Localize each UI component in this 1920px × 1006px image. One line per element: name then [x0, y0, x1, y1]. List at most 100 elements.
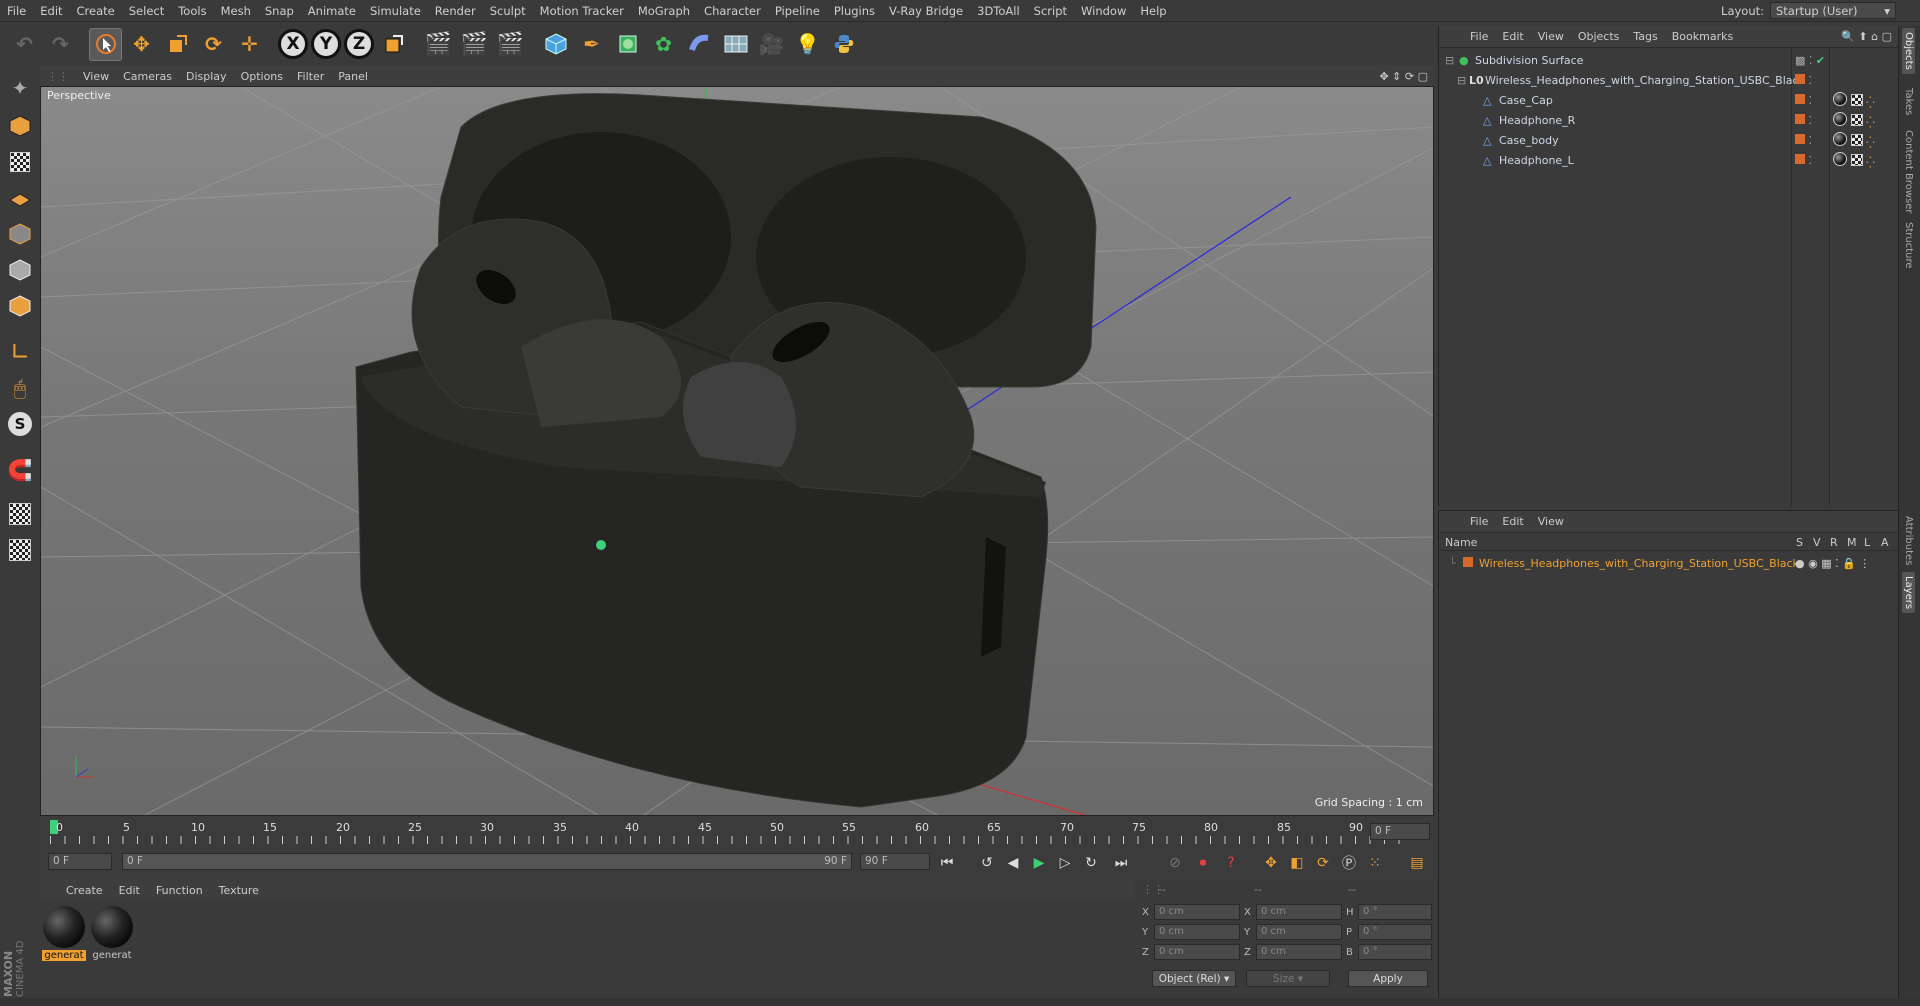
material-swatch[interactable]: generat — [42, 906, 86, 961]
menu-window[interactable]: Window — [1074, 4, 1133, 18]
tag-icons[interactable]: ⁛ — [1833, 91, 1875, 109]
material-menu-texture[interactable]: Texture — [211, 884, 267, 897]
menu-pipeline[interactable]: Pipeline — [768, 4, 827, 18]
tree-expand-icon[interactable]: ⊟ — [1457, 74, 1466, 87]
record-active-icon[interactable]: ⏺ — [1192, 852, 1214, 874]
side-tab-takes[interactable]: Takes — [1902, 84, 1915, 119]
rotation-b-field[interactable]: 0 ° — [1358, 944, 1432, 960]
live-selection-icon[interactable] — [89, 27, 122, 61]
menu-help[interactable]: Help — [1133, 4, 1173, 18]
size-y-field[interactable]: 0 cm — [1256, 924, 1342, 940]
goto-end-icon[interactable]: ⏭ — [1110, 852, 1132, 874]
key-rotation-icon[interactable]: ⟳ — [1312, 852, 1334, 874]
key-pla-icon[interactable]: ⁙ — [1364, 852, 1386, 874]
viewport-menu-options[interactable]: Options — [234, 70, 290, 83]
object-manager-tool-icons[interactable]: 🔍 ⬆ ⌂ ▢ — [1834, 30, 1898, 43]
material-swatch[interactable]: generat — [90, 906, 134, 961]
perspective-viewport[interactable]: Perspective Grid Spacing : 1 cm — [40, 86, 1434, 816]
menu-character[interactable]: Character — [697, 4, 768, 18]
light-icon[interactable]: 💡 — [791, 28, 824, 61]
floor-environment-icon[interactable] — [719, 28, 752, 61]
material-menu-create[interactable]: Create — [58, 884, 111, 897]
menu-animate[interactable]: Animate — [301, 4, 363, 18]
object-menu-bookmarks[interactable]: Bookmarks — [1665, 30, 1740, 43]
deformer-icon[interactable] — [683, 28, 716, 61]
position-y-field[interactable]: 0 cm — [1154, 924, 1240, 940]
scale-icon[interactable] — [161, 28, 194, 61]
start-frame-field[interactable]: 0 F — [48, 853, 112, 870]
camera-icon[interactable]: 🎥 — [755, 28, 788, 61]
axis-z-toggle[interactable]: Z — [344, 29, 374, 59]
axis-x-toggle[interactable]: X — [278, 29, 308, 59]
cube-primitive-icon[interactable] — [539, 28, 572, 61]
visibility-dots-icon[interactable]: ▩ ⁚ ✔ — [1795, 54, 1825, 67]
key-parameter-icon[interactable]: Ⓟ — [1338, 852, 1360, 874]
viewport-menu-cameras[interactable]: Cameras — [116, 70, 179, 83]
model-mode-icon[interactable] — [4, 110, 36, 142]
position-z-field[interactable]: 0 cm — [1154, 944, 1240, 960]
locked-workplane-icon[interactable] — [4, 498, 36, 530]
object-row-headphone-r[interactable]: △ Headphone_R ⁚ ⁛ — [1439, 110, 1898, 130]
viewport-menu-view[interactable]: View — [76, 70, 116, 83]
end-frame-field[interactable]: 90 F — [860, 853, 930, 870]
layer-row[interactable]: └ Wireless_Headphones_with_Charging_Stat… — [1439, 553, 1898, 573]
current-frame-field[interactable]: 0 F — [1370, 823, 1430, 840]
side-tab-layers[interactable]: Layers — [1902, 572, 1915, 614]
object-menu-file[interactable]: File — [1463, 30, 1495, 43]
polygons-mode-icon[interactable] — [4, 290, 36, 322]
axis-y-toggle[interactable]: Y — [311, 29, 341, 59]
rotate-icon[interactable]: ⟳ — [197, 28, 230, 61]
apply-button[interactable]: Apply — [1348, 970, 1428, 987]
menu-file[interactable]: File — [0, 4, 33, 18]
side-tab-objects[interactable]: Objects — [1902, 28, 1915, 74]
layer-color-swatch[interactable] — [1463, 556, 1473, 570]
goto-start-icon[interactable]: ⏮ — [936, 852, 958, 874]
undo-icon[interactable]: ↶ — [8, 28, 41, 61]
snapping-icon[interactable]: S — [4, 408, 36, 440]
layer-menu-file[interactable]: File — [1463, 515, 1495, 528]
rotation-p-field[interactable]: 0 ° — [1358, 924, 1432, 940]
menu-plugins[interactable]: Plugins — [827, 4, 882, 18]
coordinate-system-icon[interactable] — [377, 28, 410, 61]
edges-mode-icon[interactable] — [4, 254, 36, 286]
next-frame-icon[interactable]: ▷ — [1054, 852, 1076, 874]
prev-key-icon[interactable]: ↺ — [976, 852, 998, 874]
menu-sculpt[interactable]: Sculpt — [483, 4, 533, 18]
workplane-icon[interactable] — [4, 182, 36, 214]
object-menu-edit[interactable]: Edit — [1495, 30, 1530, 43]
render-view-icon[interactable]: 🎬 — [422, 28, 455, 61]
menu-create[interactable]: Create — [70, 4, 122, 18]
next-key-icon[interactable]: ↻ — [1080, 852, 1102, 874]
layer-menu-view[interactable]: View — [1531, 515, 1571, 528]
object-row-case-body[interactable]: △ Case_body ⁚ ⁛ — [1439, 130, 1898, 150]
tag-icons[interactable]: ⁛ — [1833, 111, 1875, 129]
layer-menu-edit[interactable]: Edit — [1495, 515, 1530, 528]
menu-tools[interactable]: Tools — [171, 4, 213, 18]
prev-frame-icon[interactable]: ◀ — [1002, 852, 1024, 874]
material-menu-edit[interactable]: Edit — [111, 884, 148, 897]
transform-icon[interactable]: ✛ — [233, 28, 266, 61]
tag-icons[interactable]: ⁛ — [1833, 151, 1875, 169]
menu-mograph[interactable]: MoGraph — [631, 4, 697, 18]
menu-script[interactable]: Script — [1027, 4, 1074, 18]
tweak-mode-icon[interactable]: 🖱 — [4, 372, 36, 404]
magnet-icon[interactable]: 🧲 — [4, 454, 36, 486]
tree-expand-icon[interactable]: ⊟ — [1445, 54, 1454, 67]
planar-workplane-icon[interactable] — [4, 534, 36, 566]
object-menu-objects[interactable]: Objects — [1571, 30, 1627, 43]
python-icon[interactable] — [827, 28, 860, 61]
object-row-wireless-headphones[interactable]: ⊟ L0 Wireless_Headphones_with_Charging_S… — [1439, 70, 1898, 90]
texture-mode-icon[interactable] — [4, 146, 36, 178]
redo-icon[interactable]: ↷ — [44, 28, 77, 61]
object-menu-view[interactable]: View — [1531, 30, 1571, 43]
object-menu-tags[interactable]: Tags — [1626, 30, 1664, 43]
viewport-menu-filter[interactable]: Filter — [290, 70, 331, 83]
menu-3dtoall[interactable]: 3DToAll — [970, 4, 1027, 18]
spline-pen-icon[interactable]: ✒ — [575, 28, 608, 61]
play-icon[interactable]: ▶ — [1028, 852, 1050, 874]
coord-mode-select[interactable]: Object (Rel) ▾ — [1152, 970, 1236, 987]
timeline-ruler[interactable]: 0 5 10 15 20 25 30 35 40 45 50 55 60 65 … — [40, 818, 1434, 846]
object-row-subdivision-surface[interactable]: ⊟ ● Subdivision Surface ▩ ⁚ ✔ — [1439, 50, 1898, 70]
mograph-cloner-icon[interactable]: ✿ — [647, 28, 680, 61]
layout-select[interactable]: Startup (User) ▾ — [1770, 2, 1896, 19]
